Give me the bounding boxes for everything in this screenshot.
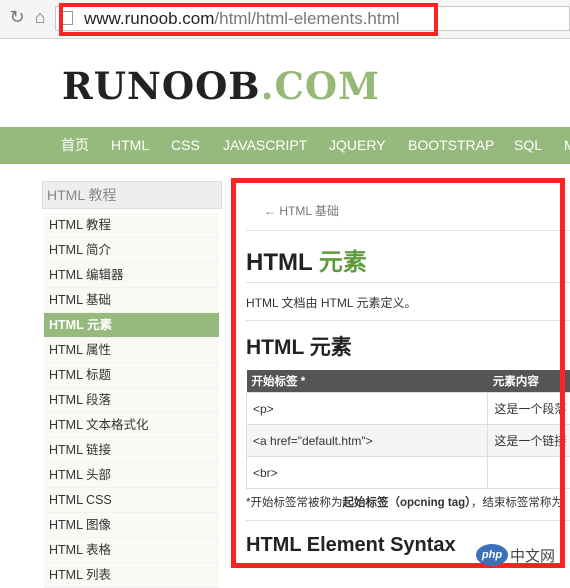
- sidebar-item[interactable]: HTML 标题: [44, 363, 219, 388]
- logo-main: RUNOOB: [62, 64, 261, 108]
- nav-item-home[interactable]: 首页: [61, 127, 89, 164]
- reload-icon[interactable]: ↻: [8, 8, 26, 26]
- nav-item-more[interactable]: M: [564, 127, 570, 164]
- watermark-text: 中文网: [510, 545, 555, 566]
- main-navbar: 首页 HTML CSS JAVASCRIPT JQUERY BOOTSTRAP …: [0, 127, 570, 164]
- home-icon[interactable]: ⌂: [31, 8, 49, 26]
- sidebar-item[interactable]: HTML 表格: [44, 538, 219, 563]
- sidebar-item[interactable]: HTML 图像: [44, 513, 219, 538]
- sidebar-item-active[interactable]: HTML 元素: [44, 313, 219, 338]
- sidebar-menu: HTML 教程 HTML 简介 HTML 编辑器 HTML 基础 HTML 元素…: [44, 213, 219, 588]
- nav-item-bootstrap[interactable]: BOOTSTRAP: [408, 127, 494, 164]
- php-logo-icon: php: [476, 544, 508, 566]
- sidebar-item[interactable]: HTML 基础: [44, 288, 219, 313]
- sidebar-item[interactable]: HTML 教程: [44, 213, 219, 238]
- sidebar-item[interactable]: HTML CSS: [44, 488, 219, 513]
- nav-item-css[interactable]: CSS: [171, 127, 200, 164]
- logo-suffix: .COM: [261, 64, 381, 108]
- sidebar-item[interactable]: HTML 属性: [44, 338, 219, 363]
- php-cn-watermark: php 中文网: [476, 542, 564, 568]
- sidebar-item[interactable]: HTML 链接: [44, 438, 219, 463]
- sidebar-item[interactable]: HTML 文本格式化: [44, 413, 219, 438]
- nav-item-javascript[interactable]: JAVASCRIPT: [223, 127, 307, 164]
- sidebar-title: HTML 教程: [42, 181, 222, 209]
- sidebar-item[interactable]: HTML 头部: [44, 463, 219, 488]
- nav-item-jquery[interactable]: JQUERY: [329, 127, 386, 164]
- site-logo[interactable]: RUNOOB.COM: [62, 64, 380, 108]
- sidebar-item[interactable]: HTML 段落: [44, 388, 219, 413]
- annotation-box-url: [59, 3, 438, 36]
- nav-item-html[interactable]: HTML: [111, 127, 149, 164]
- nav-item-sql[interactable]: SQL: [514, 127, 542, 164]
- sidebar-item[interactable]: HTML 编辑器: [44, 263, 219, 288]
- annotation-box-content: [231, 178, 565, 568]
- sidebar-item[interactable]: HTML 简介: [44, 238, 219, 263]
